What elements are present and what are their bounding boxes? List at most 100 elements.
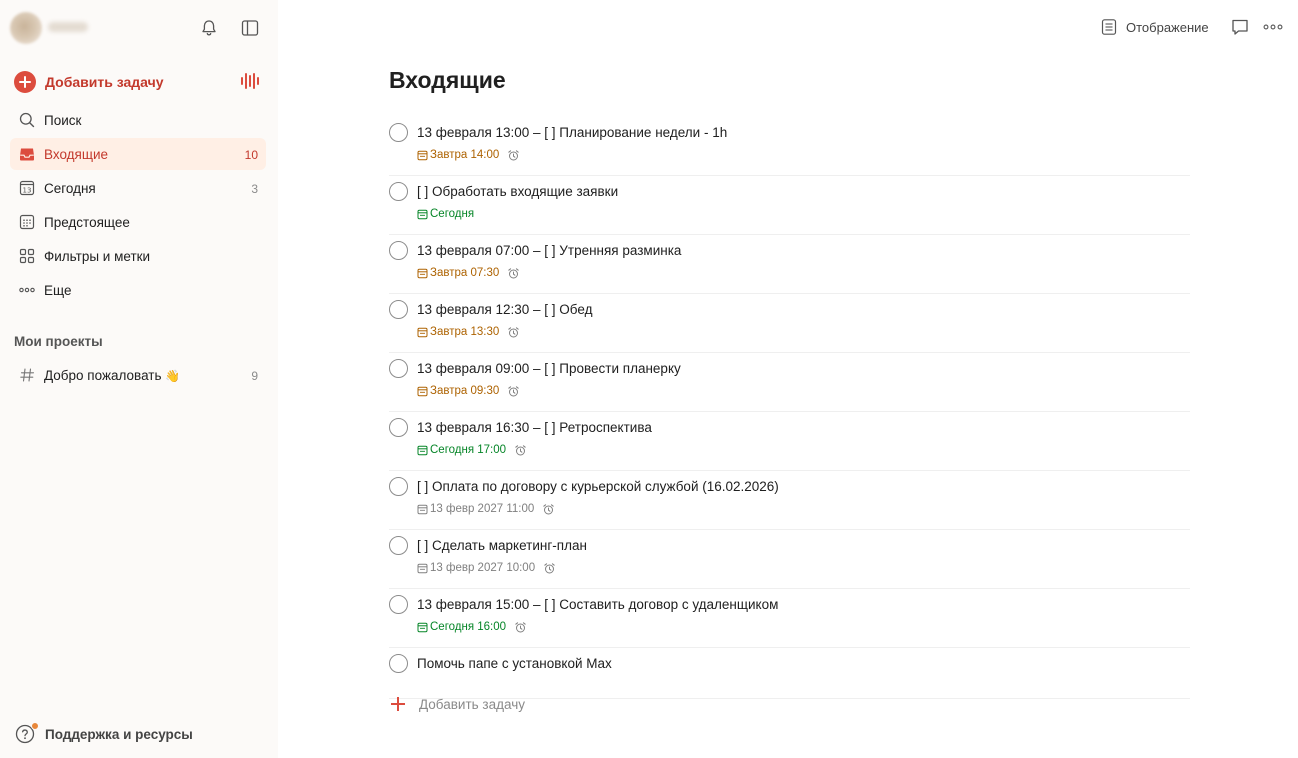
task-due-date[interactable]: Завтра 13:30 xyxy=(417,325,520,339)
task-row[interactable]: 13 февраля 13:00 – [ ] Планирование неде… xyxy=(389,117,1190,176)
task-date-label: Завтра 09:30 xyxy=(430,385,500,397)
calendar-icon xyxy=(417,150,428,160)
search-icon xyxy=(19,112,35,128)
task-date-label: Сегодня xyxy=(430,208,475,220)
filters-grid-icon xyxy=(19,248,35,264)
alarm-clock-icon xyxy=(508,149,519,160)
task-date-label: Завтра 07:30 xyxy=(430,267,500,279)
task-complete-checkbox[interactable] xyxy=(389,595,408,614)
task-row[interactable]: 13 февраля 15:00 – [ ] Составить договор… xyxy=(389,589,1190,648)
sidebar-item-more[interactable]: Еще xyxy=(10,274,266,306)
calendar-icon xyxy=(417,445,428,455)
sidebar-item-label: Фильтры и метки xyxy=(44,249,151,264)
task-due-date[interactable]: Сегодня 16:00 xyxy=(417,620,527,634)
sidebar-item-filters[interactable]: Фильтры и метки xyxy=(10,240,266,272)
task-complete-checkbox[interactable] xyxy=(389,241,408,260)
sidebar-item-label: Входящие xyxy=(44,147,109,162)
page-title: Входящие xyxy=(389,67,506,93)
add-task-button[interactable]: Добавить задачу xyxy=(14,69,264,95)
task-title[interactable]: 13 февраля 07:00 – [ ] Утренняя разминка xyxy=(417,243,681,258)
sidebar-toggle-icon[interactable] xyxy=(240,18,260,38)
avatar[interactable] xyxy=(10,12,42,44)
task-title[interactable]: 13 февраля 12:30 – [ ] Обед xyxy=(417,302,592,317)
hash-icon xyxy=(20,368,35,382)
task-due-date[interactable]: Сегодня xyxy=(417,207,474,221)
upcoming-calendar-icon xyxy=(19,214,35,230)
task-due-date[interactable]: 13 февр 2027 10:00 xyxy=(417,561,556,575)
calendar-icon xyxy=(417,386,428,396)
ramble-wave-icon[interactable] xyxy=(239,70,261,92)
task-due-date[interactable]: 13 февр 2027 11:00 xyxy=(417,502,555,516)
projects-section-title[interactable]: Мои проекты xyxy=(14,334,103,349)
support-resources-button[interactable]: Поддержка и ресурсы xyxy=(14,722,193,745)
support-label: Поддержка и ресурсы xyxy=(45,726,193,742)
sidebar-item-inbox[interactable]: Входящие 10 xyxy=(10,138,266,170)
task-title[interactable]: Помочь папе с установкой Max xyxy=(417,656,612,671)
task-row[interactable]: 13 февраля 09:00 – [ ] Провести планерку… xyxy=(389,353,1190,412)
waving-hand-emoji: 👋 xyxy=(165,369,181,383)
task-complete-checkbox[interactable] xyxy=(389,477,408,496)
task-title[interactable]: [ ] Оплата по договору с курьерской служ… xyxy=(417,479,779,494)
task-title[interactable]: 13 февраля 15:00 – [ ] Составить договор… xyxy=(417,597,778,612)
username-blurred[interactable] xyxy=(48,22,88,32)
add-task-label: Добавить задачу xyxy=(45,74,164,90)
task-date-label: Завтра 13:30 xyxy=(430,326,500,338)
task-complete-checkbox[interactable] xyxy=(389,536,408,555)
task-row[interactable]: 13 февраля 07:00 – [ ] Утренняя разминка… xyxy=(389,235,1190,294)
calendar-icon xyxy=(417,563,428,573)
add-task-inline-button[interactable]: Добавить задачу xyxy=(389,694,525,714)
task-row[interactable]: 13 февраля 12:30 – [ ] Обед Завтра 13:30 xyxy=(389,294,1190,353)
task-title[interactable]: 13 февраля 13:00 – [ ] Планирование неде… xyxy=(417,125,727,140)
sidebar-item-count: 10 xyxy=(244,148,258,162)
task-complete-checkbox[interactable] xyxy=(389,123,408,142)
sidebar-item-label: Еще xyxy=(44,283,72,298)
task-due-date[interactable]: Завтра 14:00 xyxy=(417,148,520,162)
task-date-label: 13 февр 2027 11:00 xyxy=(430,503,535,515)
plus-circle-icon xyxy=(14,71,36,93)
more-options-icon[interactable] xyxy=(1262,17,1284,37)
task-title[interactable]: [ ] Сделать маркетинг-план xyxy=(417,538,587,553)
sidebar-item-today[interactable]: 13 Сегодня 3 xyxy=(10,172,266,204)
sidebar-item-upcoming[interactable]: Предстоящее xyxy=(10,206,266,238)
task-row[interactable]: [ ] Оплата по договору с курьерской служ… xyxy=(389,471,1190,530)
alarm-clock-icon xyxy=(508,267,519,278)
alarm-clock-icon xyxy=(515,444,526,455)
task-due-date[interactable]: Сегодня 17:00 xyxy=(417,443,527,457)
view-settings-icon xyxy=(1101,19,1117,35)
svg-text:13: 13 xyxy=(23,187,32,195)
task-row[interactable]: [ ] Обработать входящие заявки Сегодня xyxy=(389,176,1190,235)
task-complete-checkbox[interactable] xyxy=(389,418,408,437)
calendar-icon xyxy=(417,268,428,278)
task-title[interactable]: 13 февраля 16:30 – [ ] Ретроспектива xyxy=(417,420,652,435)
add-task-inline-label: Добавить задачу xyxy=(419,696,525,712)
sidebar-header xyxy=(0,0,278,56)
task-row[interactable]: [ ] Сделать маркетинг-план 13 февр 2027 1… xyxy=(389,530,1190,589)
project-item-label: Добро пожаловать 👋 xyxy=(44,368,181,383)
sidebar-item-label: Предстоящее xyxy=(44,215,130,230)
sidebar: Добавить задачу Поиск Входящие 10 13 Сег… xyxy=(0,0,278,758)
today-calendar-icon: 13 xyxy=(19,180,35,196)
task-complete-checkbox[interactable] xyxy=(389,300,408,319)
comment-icon[interactable] xyxy=(1230,17,1250,37)
task-date-label: Сегодня 16:00 xyxy=(430,621,507,633)
task-row[interactable]: Помочь папе с установкой Max xyxy=(389,648,1190,699)
alarm-clock-icon xyxy=(508,385,519,396)
sidebar-item-search[interactable]: Поиск xyxy=(10,104,266,136)
project-item-welcome[interactable]: Добро пожаловать 👋 9 xyxy=(10,359,266,391)
task-complete-checkbox[interactable] xyxy=(389,654,408,673)
task-complete-checkbox[interactable] xyxy=(389,182,408,201)
notification-dot xyxy=(31,722,39,730)
view-options-button[interactable]: Отображение xyxy=(1100,17,1209,37)
calendar-icon xyxy=(417,209,428,219)
task-complete-checkbox[interactable] xyxy=(389,359,408,378)
task-due-date[interactable]: Завтра 07:30 xyxy=(417,266,520,280)
calendar-icon xyxy=(417,622,428,632)
sidebar-item-count: 3 xyxy=(251,182,258,196)
bell-icon[interactable] xyxy=(199,18,219,38)
help-icon xyxy=(14,722,39,745)
task-row[interactable]: 13 февраля 16:30 – [ ] Ретроспектива Сего… xyxy=(389,412,1190,471)
task-due-date[interactable]: Завтра 09:30 xyxy=(417,384,520,398)
task-date-label: Сегодня 17:00 xyxy=(430,444,507,456)
task-title[interactable]: [ ] Обработать входящие заявки xyxy=(417,184,618,199)
task-title[interactable]: 13 февраля 09:00 – [ ] Провести планерку xyxy=(417,361,681,376)
